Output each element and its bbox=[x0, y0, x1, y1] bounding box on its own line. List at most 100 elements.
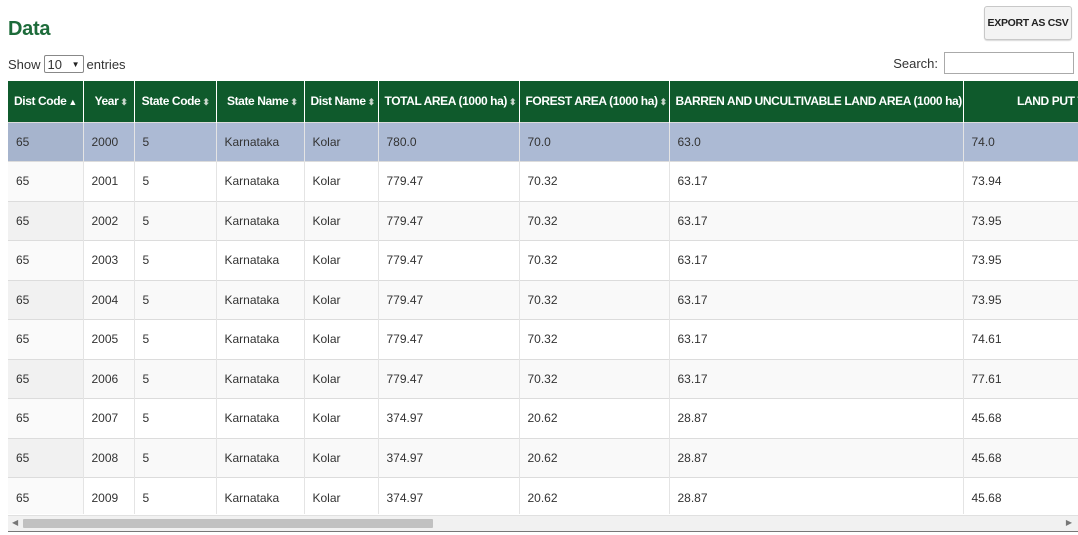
column-header-label: State Code bbox=[141, 94, 201, 109]
entries-label: entries bbox=[86, 56, 126, 72]
table-cell: 5 bbox=[134, 319, 217, 359]
search-label: Search: bbox=[893, 55, 938, 71]
table-cell: Kolar bbox=[304, 161, 379, 201]
table-cell: 2000 bbox=[83, 121, 135, 162]
table-cell: 63.0 bbox=[669, 121, 964, 162]
table-cell: 5 bbox=[134, 279, 217, 320]
column-header-state-name[interactable]: State Name ⬍ bbox=[216, 81, 305, 122]
table-row[interactable]: 65 2008 5 Karnataka Kolar 374.97 20.62 28.87 45.… bbox=[8, 437, 1078, 478]
table-cell: Karnataka bbox=[216, 161, 305, 201]
column-header-total-area-1000-ha[interactable]: TOTAL AREA (1000 ha) ⬍ bbox=[378, 81, 520, 122]
column-header-label: LAND PUT TO NON bbox=[1017, 94, 1078, 109]
table-cell: 5 bbox=[134, 477, 217, 514]
table-cell: Kolar bbox=[304, 398, 379, 438]
entries-length-control: Show 10 ▼ entries bbox=[8, 55, 126, 73]
table-cell: 779.47 bbox=[378, 319, 520, 359]
table-cell: 65 bbox=[8, 240, 84, 280]
column-header-land-put-to-non[interactable]: LAND PUT TO NON bbox=[963, 81, 1078, 122]
column-header-state-code[interactable]: State Code ⬍ bbox=[134, 81, 217, 122]
column-header-label: Year bbox=[94, 94, 119, 109]
table-cell: 28.87 bbox=[669, 437, 964, 478]
table-cell: 20.62 bbox=[519, 477, 670, 514]
scrollbar-thumb[interactable] bbox=[23, 519, 433, 528]
sort-both-icon: ⬍ bbox=[202, 97, 210, 108]
table-cell: Karnataka bbox=[216, 121, 305, 162]
table-cell: 5 bbox=[134, 161, 217, 201]
table-cell: 2007 bbox=[83, 398, 135, 438]
table-cell: 70.32 bbox=[519, 200, 670, 241]
column-header-label: TOTAL AREA (1000 ha) bbox=[384, 94, 508, 109]
table-cell: 70.32 bbox=[519, 279, 670, 320]
column-header-dist-name[interactable]: Dist Name ⬍ bbox=[304, 81, 379, 122]
table-cell: Karnataka bbox=[216, 200, 305, 241]
table-cell: 73.95 bbox=[963, 279, 1078, 320]
table-cell: 70.32 bbox=[519, 161, 670, 201]
table-row[interactable]: 65 2004 5 Karnataka Kolar 779.47 70.32 63.17 73.… bbox=[8, 279, 1078, 320]
column-header-label: Dist Name bbox=[310, 94, 366, 109]
table-cell: Kolar bbox=[304, 240, 379, 280]
table-cell: 63.17 bbox=[669, 279, 964, 320]
table-cell: Kolar bbox=[304, 279, 379, 320]
table-cell: 5 bbox=[134, 398, 217, 438]
search-input[interactable] bbox=[944, 52, 1074, 74]
export-csv-button[interactable]: EXPORT AS CSV bbox=[984, 6, 1072, 40]
table-cell: 779.47 bbox=[378, 240, 520, 280]
sort-both-icon: ⬍ bbox=[290, 97, 298, 108]
table-body: 65 2000 5 Karnataka Kolar 780.0 70.0 63.0 74.0 65… bbox=[8, 121, 1078, 514]
table-cell: 63.17 bbox=[669, 161, 964, 201]
table-cell: 73.94 bbox=[963, 161, 1078, 201]
table-cell: 2003 bbox=[83, 240, 135, 280]
table-cell: 74.61 bbox=[963, 319, 1078, 359]
column-header-label: BARREN AND UNCULTIVABLE LAND AREA (1000 … bbox=[675, 94, 963, 109]
table-cell: 77.61 bbox=[963, 358, 1078, 399]
table-cell: Kolar bbox=[304, 200, 379, 241]
table-cell: 65 bbox=[8, 398, 84, 438]
table-cell: Karnataka bbox=[216, 240, 305, 280]
table-cell: Karnataka bbox=[216, 279, 305, 320]
table-row[interactable]: 65 2003 5 Karnataka Kolar 779.47 70.32 63.17 73.… bbox=[8, 240, 1078, 280]
entries-per-page-value: 10 bbox=[47, 56, 62, 72]
table-cell: 65 bbox=[8, 161, 84, 201]
table-cell: 2005 bbox=[83, 319, 135, 359]
table-cell: 73.95 bbox=[963, 200, 1078, 241]
table-cell: 374.97 bbox=[378, 477, 520, 514]
table-cell: 63.17 bbox=[669, 200, 964, 241]
table-cell: 2004 bbox=[83, 279, 135, 320]
table-cell: 45.68 bbox=[963, 437, 1078, 478]
table-row[interactable]: 65 2000 5 Karnataka Kolar 780.0 70.0 63.0 74.0 bbox=[8, 121, 1078, 162]
table-bottom-divider bbox=[8, 531, 1078, 532]
column-header-year[interactable]: Year ⬍ bbox=[83, 81, 135, 122]
scroll-left-arrow-icon[interactable]: ◀ bbox=[12, 518, 18, 527]
sort-both-icon: ⬍ bbox=[508, 97, 517, 108]
column-header-dist-code[interactable]: Dist Code ▲ bbox=[8, 81, 84, 122]
table-cell: 5 bbox=[134, 358, 217, 399]
column-header-barren-and-uncultivable-land-area-1000-ha[interactable]: BARREN AND UNCULTIVABLE LAND AREA (1000 … bbox=[669, 81, 964, 122]
scroll-right-arrow-icon[interactable]: ▶ bbox=[1066, 518, 1072, 527]
table-cell: 74.0 bbox=[963, 121, 1078, 162]
sort-both-icon: ⬍ bbox=[367, 97, 376, 108]
table-row[interactable]: 65 2007 5 Karnataka Kolar 374.97 20.62 28.87 45.… bbox=[8, 398, 1078, 438]
table-cell: 65 bbox=[8, 437, 84, 478]
table-cell: 65 bbox=[8, 200, 84, 241]
sort-ascending-icon: ▲ bbox=[68, 97, 77, 108]
horizontal-scrollbar[interactable]: ◀ ▶ bbox=[8, 515, 1078, 531]
table-cell: 63.17 bbox=[669, 319, 964, 359]
table-header-row: Dist Code ▲ Year ⬍ State Code ⬍ State Name ⬍ Dis… bbox=[8, 81, 1078, 122]
table-cell: Kolar bbox=[304, 319, 379, 359]
table-row[interactable]: 65 2005 5 Karnataka Kolar 779.47 70.32 63.17 74.… bbox=[8, 319, 1078, 359]
entries-per-page-select[interactable]: 10 ▼ bbox=[43, 55, 84, 73]
show-label: Show bbox=[8, 56, 41, 72]
table-cell: 65 bbox=[8, 121, 84, 162]
table-cell: Kolar bbox=[304, 437, 379, 478]
table-cell: 5 bbox=[134, 437, 217, 478]
table-row[interactable]: 65 2002 5 Karnataka Kolar 779.47 70.32 63.17 73.… bbox=[8, 200, 1078, 241]
data-table-container: Dist Code ▲ Year ⬍ State Code ⬍ State Name ⬍ Dis… bbox=[8, 81, 1078, 514]
table-row[interactable]: 65 2009 5 Karnataka Kolar 374.97 20.62 28.87 45.… bbox=[8, 477, 1078, 514]
table-cell: 63.17 bbox=[669, 240, 964, 280]
column-header-label: State Name bbox=[226, 94, 289, 109]
table-row[interactable]: 65 2001 5 Karnataka Kolar 779.47 70.32 63.17 73.… bbox=[8, 161, 1078, 201]
column-header-forest-area-1000-ha[interactable]: FOREST AREA (1000 ha) ⬍ bbox=[519, 81, 670, 122]
sort-both-icon: ⬍ bbox=[120, 97, 128, 108]
table-row[interactable]: 65 2006 5 Karnataka Kolar 779.47 70.32 63.17 77.… bbox=[8, 358, 1078, 399]
table-cell: 20.62 bbox=[519, 398, 670, 438]
